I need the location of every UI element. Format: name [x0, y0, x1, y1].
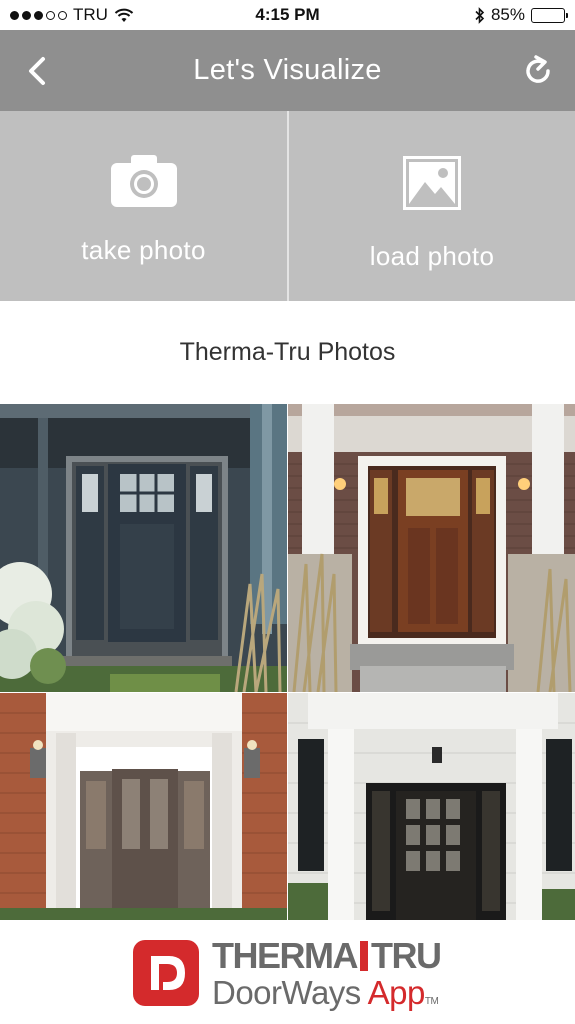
nav-bar: Let's Visualize: [0, 30, 575, 111]
brand-wordmark: THERMA TRU: [212, 935, 442, 977]
battery-icon: [531, 7, 568, 23]
camera-icon: [110, 155, 177, 207]
brand-left-text: THERMA: [212, 935, 358, 976]
status-bar: TRU 4:15 PM 85%: [0, 0, 575, 30]
photo-gallery: [0, 404, 575, 920]
battery-percent: 85%: [490, 5, 525, 24]
brand-footer: THERMA TRU DoorWays AppTM: [0, 920, 575, 1024]
take-photo-label: take photo: [81, 235, 206, 265]
take-photo-button[interactable]: take photo: [0, 111, 287, 301]
therma-tru-logo-icon: [133, 940, 199, 1006]
taupe-decorative-glass-door-photo[interactable]: [0, 693, 287, 920]
bluetooth-icon: [475, 6, 485, 24]
status-right: 85%: [474, 5, 568, 25]
brand-separator: [359, 941, 368, 971]
slate-gray-craftsman-door-photo[interactable]: [0, 404, 287, 692]
page-title: Let's Visualize: [193, 54, 382, 86]
photo-actions: take photo load photo: [0, 111, 575, 301]
app-name-accent: App: [367, 974, 426, 1011]
mahogany-craftsman-door-photo[interactable]: [288, 404, 575, 692]
therma-tru-photos-heading: Therma-Tru Photos: [0, 301, 575, 404]
refresh-icon[interactable]: [521, 54, 555, 88]
image-icon: [403, 156, 461, 210]
load-photo-button[interactable]: load photo: [289, 111, 575, 301]
app-name: DoorWays AppTM: [212, 974, 439, 1012]
brand-right-text: TRU: [370, 935, 442, 976]
black-full-glass-door-photo[interactable]: [288, 693, 575, 920]
trademark-mark: TM: [424, 996, 439, 1007]
app-name-text: DoorWays: [212, 974, 368, 1011]
load-photo-label: load photo: [369, 241, 495, 271]
